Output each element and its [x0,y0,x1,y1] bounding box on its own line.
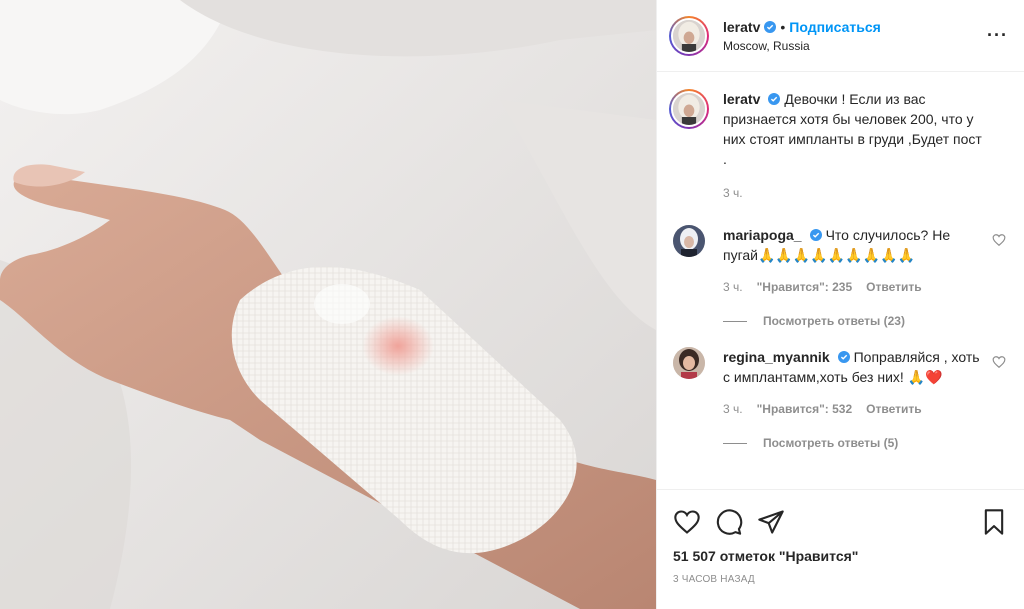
commenter-avatar[interactable] [673,347,705,379]
comment-likes[interactable]: "Нравится": 532 [757,399,853,419]
author-username[interactable]: leratv [723,19,760,35]
post-side-panel: leratv • Подписаться Moscow, Russia ··· [656,0,1024,609]
caption-avatar[interactable] [669,89,709,129]
like-count[interactable]: 51 507 отметок "Нравится" [673,548,1008,564]
view-replies-button[interactable]: Посмотреть ответы (5) [723,433,984,453]
caption-username[interactable]: leratv [723,91,760,107]
author-avatar-image [673,19,705,52]
comment-icon[interactable] [715,508,743,536]
comment-like-heart-icon[interactable] [992,355,1006,369]
commenter-avatar-image [673,347,705,379]
verified-badge-icon [809,229,822,241]
commenter-avatar-image [673,225,705,257]
comment-username[interactable]: mariapoga_ [723,227,802,243]
replies-divider [723,320,747,322]
reply-button[interactable]: Ответить [866,277,921,297]
caption-item: leratv Девочки ! Если из вас признается х… [669,89,1008,203]
comment-item: mariapoga_ Что случилось? Не пугай🙏🙏🙏🙏🙏🙏🙏… [669,225,1008,331]
view-replies-label: Посмотреть ответы (5) [763,436,899,450]
bandaged-wrist-image [0,0,656,609]
post-location[interactable]: Moscow, Russia [723,39,987,53]
view-replies-button[interactable]: Посмотреть ответы (23) [723,311,984,331]
verified-badge-icon [764,20,777,33]
comment-time[interactable]: 3 ч. [723,277,743,297]
bookmark-icon[interactable] [980,508,1008,536]
post-timestamp[interactable]: 3 часов назад [673,574,1008,585]
comment-username[interactable]: regina_myannik [723,349,830,365]
comment-time[interactable]: 3 ч. [723,399,743,419]
view-replies-label: Посмотреть ответы (23) [763,314,905,328]
commenter-avatar[interactable] [673,225,705,257]
replies-divider [723,442,747,444]
reply-button[interactable]: Ответить [866,399,921,419]
separator-dot: • [780,18,786,35]
caption-text: Девочки ! Если из вас признается хотя бы… [723,91,982,167]
comment-likes[interactable]: "Нравится": 235 [757,277,853,297]
comment-like-heart-icon[interactable] [992,233,1006,247]
verified-badge-icon [837,351,850,363]
paper-plane-icon[interactable] [757,508,785,536]
author-avatar[interactable] [669,15,709,56]
verified-badge-icon [768,93,781,105]
post-actions: 51 507 отметок "Нравится" 3 часов назад [657,489,1024,585]
post-modal: leratv • Подписаться Moscow, Russia ··· [0,0,1024,609]
comment-item: regina_myannik Поправляйся , хоть с импла… [669,347,1008,453]
more-options-icon[interactable]: ··· [987,25,1008,46]
caption-avatar-image [673,93,705,125]
post-photo[interactable] [0,0,656,609]
heart-icon[interactable] [673,508,701,536]
post-header: leratv • Подписаться Moscow, Russia ··· [657,0,1024,72]
comments-list: leratv Девочки ! Если из вас признается х… [657,73,1024,488]
follow-button[interactable]: Подписаться [789,19,881,35]
caption-time[interactable]: 3 ч. [723,183,743,203]
